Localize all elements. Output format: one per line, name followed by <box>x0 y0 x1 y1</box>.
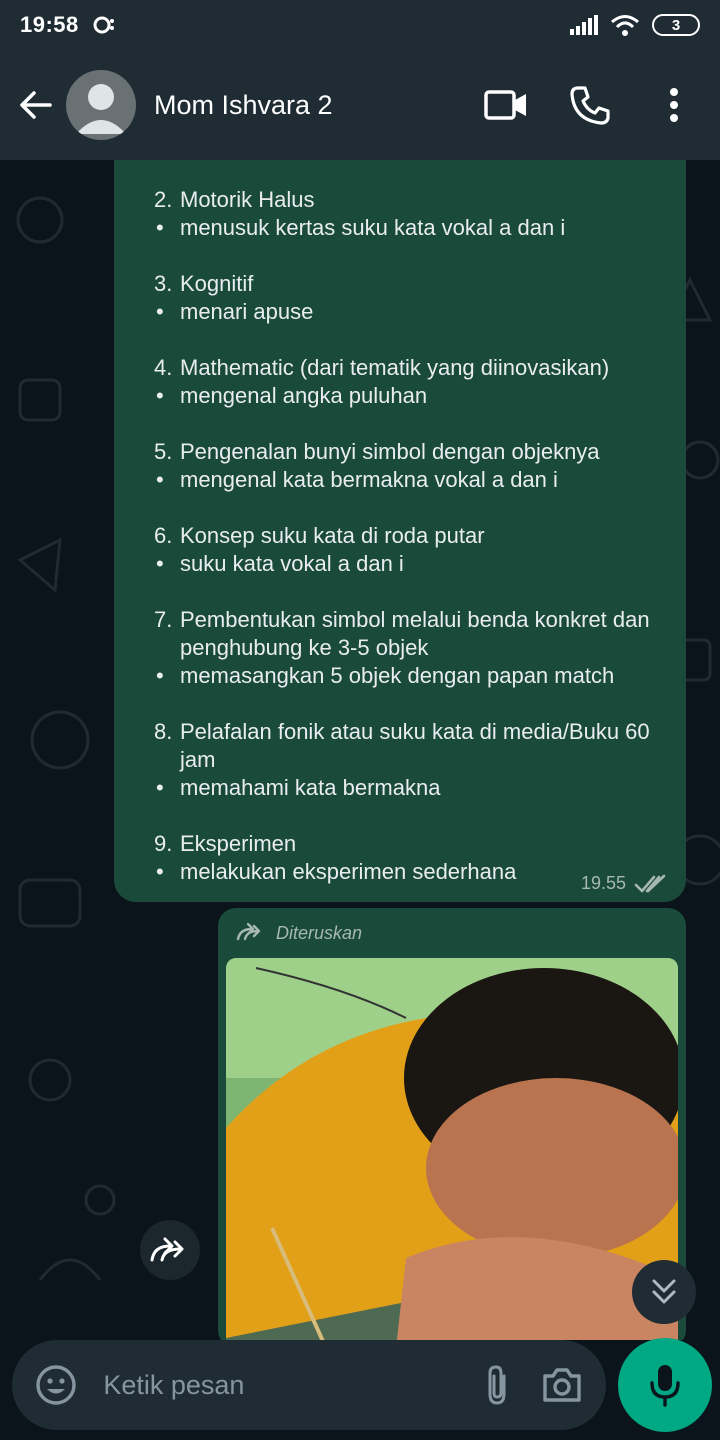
message-input[interactable] <box>103 1369 458 1401</box>
item-detail: memahami kata bermakna <box>180 775 441 800</box>
bullet-dot: • <box>156 299 164 324</box>
forwarded-media-bubble[interactable]: Diteruskan <box>218 908 686 1340</box>
item-number: 2. <box>154 187 173 212</box>
message-list-item: 7. Pembentukan simbol melalui benda konkr… <box>154 606 666 690</box>
item-title: Konsep suku kata di roda putar <box>180 523 485 548</box>
message-list-item: 2. Motorik Halus • menusuk kertas suku kata… <box>154 186 666 242</box>
message-time: 19.55 <box>580 873 626 893</box>
message-meta: 19.55 <box>581 873 668 894</box>
media-thumbnail[interactable] <box>226 958 678 1340</box>
camera-button[interactable] <box>537 1357 588 1413</box>
item-title: Pelafalan fonik atau suku kata di media/… <box>180 719 650 772</box>
item-detail: menusuk kertas suku kata vokal a dan i <box>180 215 566 240</box>
item-detail: menari apuse <box>180 299 314 324</box>
message-list-item: 4. Mathematic (dari tematik yang diinovas… <box>154 354 666 410</box>
avatar[interactable] <box>66 70 136 140</box>
camera-icon <box>543 1368 582 1402</box>
bullet-dot: • <box>156 383 164 408</box>
item-detail: mengenal angka puluhan <box>180 383 428 408</box>
chevron-double-down-icon <box>652 1279 676 1304</box>
scroll-to-bottom-button[interactable] <box>632 1260 696 1324</box>
item-detail: mengenal kata bermakna vokal a dan i <box>180 467 558 492</box>
bullet-dot: • <box>156 551 164 576</box>
item-title: Pembentukan simbol melalui benda konkret… <box>180 607 650 660</box>
status-bar: 19:58 3 <box>0 0 720 50</box>
message-list-item: 3. Kognitif • menari apuse <box>154 270 666 326</box>
forwarded-text: Diteruskan <box>276 922 363 943</box>
battery-indicator: 3 <box>652 14 700 36</box>
item-detail: memasangkan 5 objek dengan papan match <box>180 663 615 688</box>
photo-child-in-yellow-shirt <box>226 958 678 1340</box>
voice-record-button[interactable] <box>618 1338 712 1432</box>
item-title: Pengenalan bunyi simbol dengan objeknya <box>180 439 600 464</box>
item-title: Eksperimen <box>180 831 297 856</box>
bullet-dot: • <box>156 215 164 240</box>
item-detail: melakukan eksperimen sederhana <box>180 859 517 884</box>
item-number: 5. <box>154 439 173 464</box>
forward-icon <box>150 1237 184 1262</box>
bullet-dot: • <box>156 467 164 492</box>
attach-button[interactable] <box>471 1357 522 1413</box>
bullet-dot: • <box>156 859 164 884</box>
item-number: 3. <box>154 271 173 296</box>
bullet-dot: • <box>156 663 164 688</box>
chat-header: Mom Ishvara 2 <box>0 50 720 160</box>
status-time: 19:58 <box>20 12 79 37</box>
notification-icon <box>93 16 114 34</box>
back-button[interactable] <box>6 75 66 135</box>
default-avatar-icon <box>76 84 126 134</box>
mic-icon <box>650 1365 680 1407</box>
item-title: Mathematic (dari tematik yang diinovasik… <box>180 355 610 380</box>
item-number: 8. <box>154 719 173 744</box>
forwarded-label: Diteruskan <box>226 916 678 950</box>
message-list-item: 8. Pelafalan fonik atau suku kata di medi… <box>154 718 666 802</box>
forward-share-button[interactable] <box>140 1220 200 1280</box>
message-composer <box>12 1340 606 1430</box>
contact-name[interactable]: Mom Ishvara 2 <box>154 90 333 121</box>
item-number: 4. <box>154 355 173 380</box>
item-title: Motorik Halus <box>180 187 315 212</box>
voice-call-button[interactable] <box>554 69 626 141</box>
video-call-button[interactable] <box>470 69 542 141</box>
item-title: Kognitif <box>180 271 254 296</box>
chat-area[interactable]: 2. Motorik Halus • menusuk kertas suku kata… <box>0 160 720 1340</box>
wifi-icon <box>611 15 639 36</box>
item-number: 9. <box>154 831 173 856</box>
message-list-item: 6. Konsep suku kata di roda putar • suku ka… <box>154 522 666 578</box>
forwarded-icon <box>236 923 261 941</box>
attach-icon <box>488 1365 506 1405</box>
phone-icon <box>570 86 610 125</box>
more-options-button[interactable] <box>638 69 710 141</box>
status-icons: 3 <box>570 14 700 36</box>
item-number: 7. <box>154 607 173 632</box>
message-list-item: 5. Pengenalan bunyi simbol dengan objekny… <box>154 438 666 494</box>
signal-icon <box>570 15 598 35</box>
message-bubble[interactable]: 2. Motorik Halus • menusuk kertas suku kata… <box>114 160 686 902</box>
message-list: 2. Motorik Halus • menusuk kertas suku kata… <box>154 186 666 886</box>
emoji-button[interactable] <box>30 1357 81 1413</box>
item-number: 6. <box>154 523 173 548</box>
item-detail: suku kata vokal a dan i <box>180 551 404 576</box>
bullet-dot: • <box>156 775 164 800</box>
double-check-icon <box>634 874 666 892</box>
arrow-left-icon <box>20 91 52 119</box>
video-call-icon <box>484 90 526 120</box>
emoji-icon <box>35 1365 76 1405</box>
more-vert-icon <box>670 88 678 122</box>
